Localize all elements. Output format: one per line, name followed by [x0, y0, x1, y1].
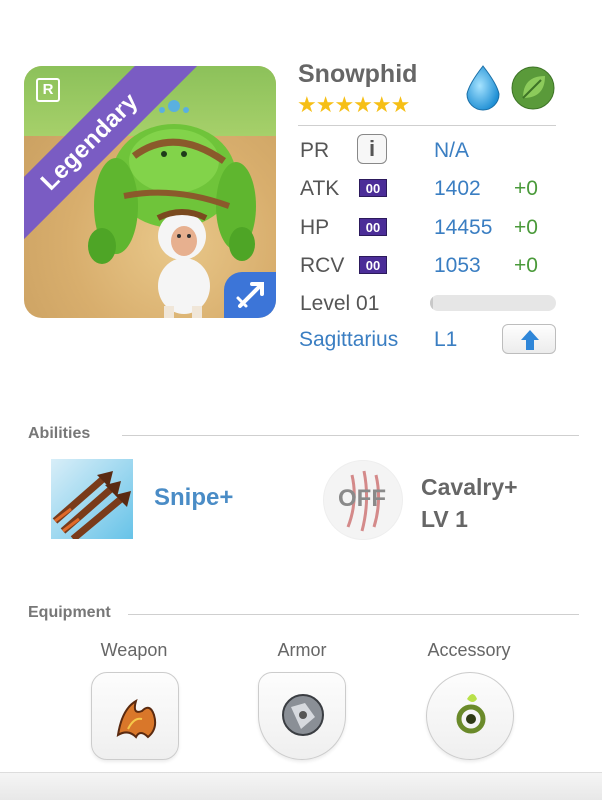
silver-armor-icon [282, 694, 324, 736]
hp-value: 14455 [434, 216, 493, 239]
monster-portrait[interactable]: Legendary R [24, 66, 276, 318]
pr-value: N/A [434, 139, 470, 162]
leaf-icon [511, 64, 555, 112]
hp-plus-tag: 00 [359, 218, 387, 236]
rcv-label: RCV [300, 254, 345, 277]
accessory-slot[interactable] [426, 672, 514, 760]
awoken-state-label: OFF [338, 485, 386, 512]
awoken-skill-level: LV 1 [421, 506, 468, 532]
rarity-badge: R [36, 78, 60, 102]
armor-slot[interactable] [258, 672, 346, 760]
atk-label: ATK [300, 177, 340, 200]
flame-claw-icon [116, 698, 157, 739]
triple-arrow-icon [52, 471, 131, 539]
zodiac-sign-level: L1 [434, 328, 458, 351]
abilities-divider [122, 435, 579, 436]
equipment-divider [128, 614, 579, 615]
sagittarius-arrow-icon [236, 282, 264, 308]
level-progress-bar [430, 295, 556, 311]
awoken-skill-name: Cavalry+ [421, 474, 518, 500]
atk-value: 1402 [434, 177, 481, 200]
pr-label: PR [300, 139, 330, 162]
info-button[interactable]: i [357, 134, 387, 164]
weapon-slot-label: Weapon [100, 640, 168, 660]
hp-label: HP [300, 216, 330, 239]
hp-bonus: +0 [514, 216, 538, 239]
water-drop-icon [461, 64, 505, 112]
green-ring-icon [456, 694, 486, 734]
level-progress-fill [430, 295, 433, 311]
up-arrow-icon [521, 330, 539, 350]
info-icon: i [368, 136, 376, 161]
bottom-bar [0, 772, 602, 800]
atk-plus-tag: 00 [359, 179, 387, 197]
zodiac-sign-link[interactable]: Sagittarius [299, 328, 398, 352]
skill-name-link[interactable]: Snipe+ [154, 484, 233, 512]
equipment-section-title: Equipment [28, 604, 111, 621]
level-label: Level 01 [300, 292, 380, 315]
monster-name: Snowphid [298, 60, 418, 88]
rcv-value: 1053 [434, 254, 481, 277]
weapon-slot[interactable] [91, 672, 179, 760]
atk-bonus: +0 [514, 177, 538, 200]
sign-upgrade-button[interactable] [502, 324, 556, 354]
armor-slot-label: Armor [277, 640, 327, 660]
accessory-slot-label: Accessory [427, 640, 511, 660]
rcv-plus-tag: 00 [359, 256, 387, 274]
class-badge [224, 272, 276, 318]
header-divider [298, 125, 556, 126]
abilities-section-title: Abilities [28, 425, 91, 442]
skill-icon[interactable] [51, 459, 133, 539]
star-rating: ★★★★★★ [297, 92, 410, 117]
rcv-bonus: +0 [514, 254, 538, 277]
